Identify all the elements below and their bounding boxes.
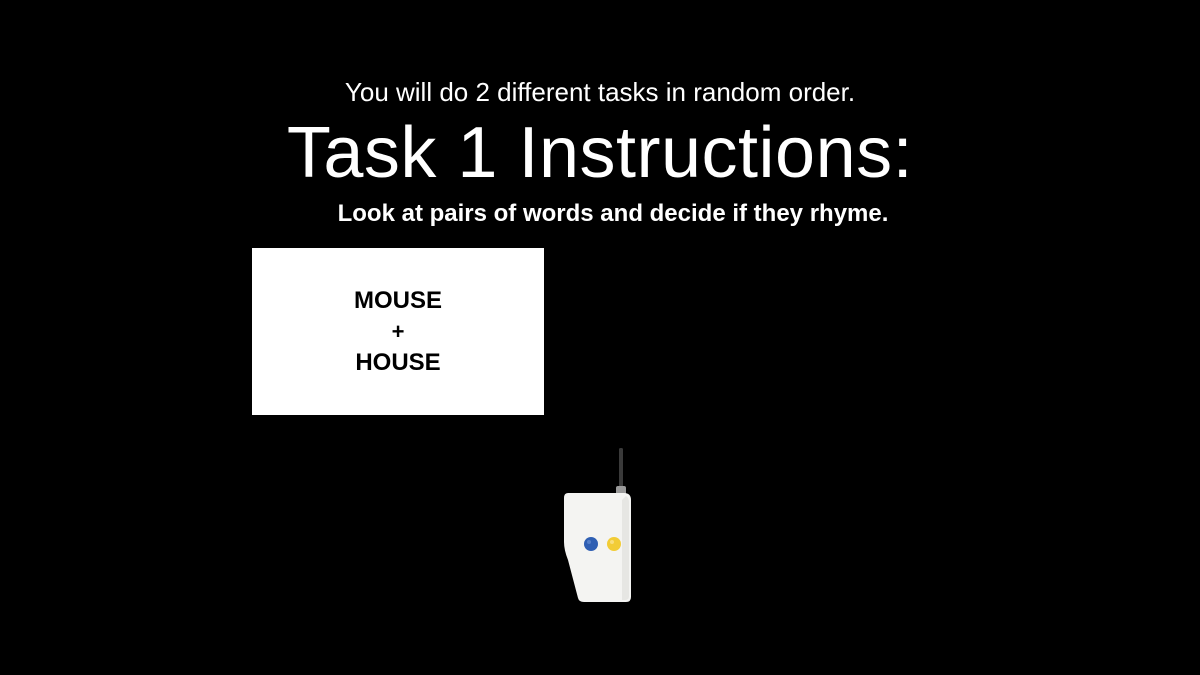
device-body [564, 493, 631, 602]
stimulus-card: MOUSE + HOUSE [252, 248, 544, 415]
left-button [584, 537, 598, 551]
intro-text: You will do 2 different tasks in random … [344, 77, 856, 107]
right-button [607, 537, 621, 551]
task-description: Look at pairs of words and decide if the… [337, 200, 889, 227]
button-box-graphic [564, 448, 631, 602]
stimulus-separator: + [391, 318, 405, 344]
stimulus-word-2: HOUSE [355, 348, 441, 376]
button-box-icon [556, 446, 640, 606]
stimulus-word-1: MOUSE [353, 286, 442, 314]
task-title: Task 1 Instructions: [286, 113, 914, 193]
